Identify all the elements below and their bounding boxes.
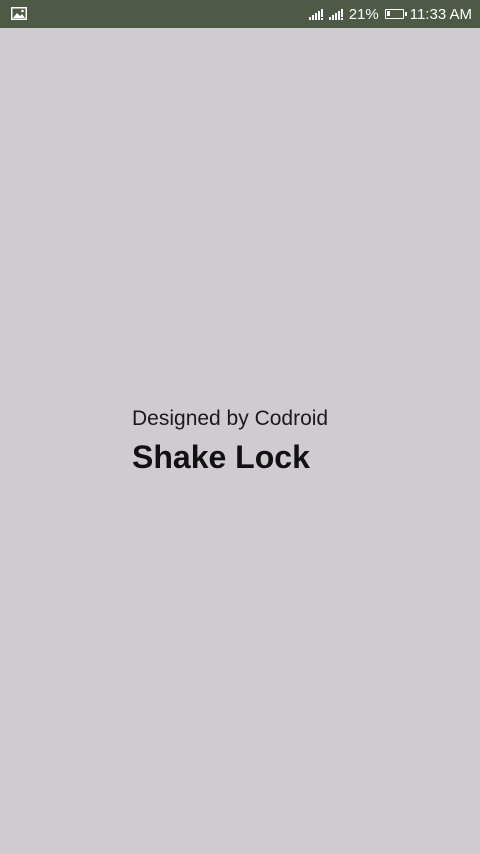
status-indicators: 21% 11:33 AM xyxy=(308,0,472,28)
clock: 11:33 AM xyxy=(409,5,472,23)
image-icon xyxy=(11,7,27,20)
battery-level xyxy=(386,11,390,16)
battery-percent: 21% xyxy=(348,5,379,23)
signal-icon xyxy=(328,8,343,20)
signal-icon xyxy=(308,8,323,20)
app-title: Shake Lock xyxy=(132,439,310,475)
status-bar: 21% 11:33 AM xyxy=(0,0,480,28)
splash-content: Designed by Codroid Shake Lock xyxy=(132,405,328,475)
designer-credit: Designed by Codroid xyxy=(132,407,329,430)
battery-icon xyxy=(384,9,407,19)
